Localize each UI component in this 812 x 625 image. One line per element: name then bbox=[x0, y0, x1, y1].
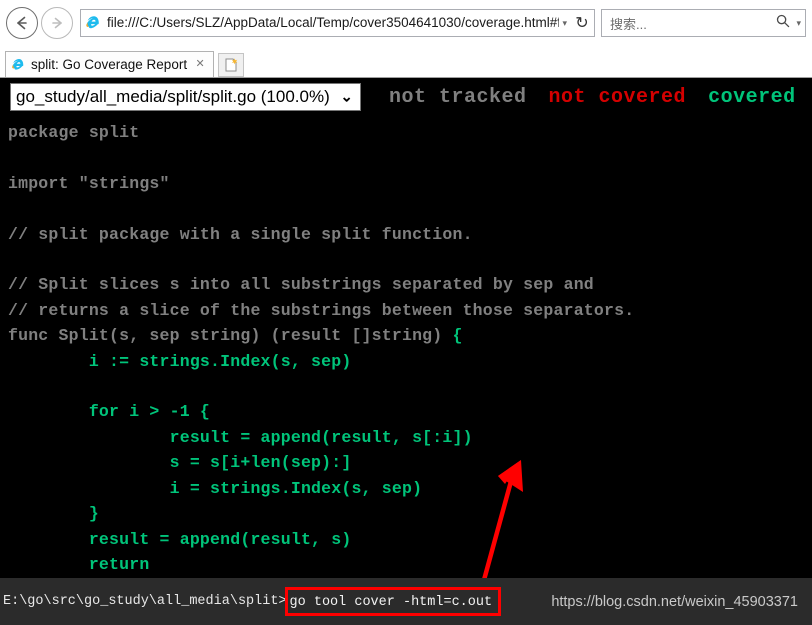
new-page-icon bbox=[225, 58, 238, 72]
address-bar[interactable]: file:///C:/Users/SLZ/AppData/Local/Temp/… bbox=[80, 9, 595, 37]
terminal-command: go tool cover -html=c.out bbox=[289, 595, 493, 610]
code-line-covered: result = append(result, s) bbox=[8, 529, 352, 549]
highlighted-command-box: go tool cover -html=c.out bbox=[284, 587, 502, 616]
terminal-footer: E:\go\src\go_study\all_media\split> go t… bbox=[0, 578, 812, 625]
code-line: package split bbox=[8, 123, 140, 142]
code-line-covered: i = strings.Index(s, sep) bbox=[8, 478, 423, 498]
source-code-view: package split import "strings" // split … bbox=[0, 114, 812, 603]
code-line-covered: result = append(result, s[:i]) bbox=[8, 427, 473, 447]
code-line-covered: return bbox=[8, 554, 150, 574]
coverage-toolbar: go_study/all_media/split/split.go (100.0… bbox=[0, 78, 812, 114]
internet-explorer-icon bbox=[86, 16, 99, 29]
tab-bar: split: Go Coverage Report ✕ bbox=[0, 46, 812, 77]
code-line: // split package with a single split fun… bbox=[8, 224, 473, 244]
code-covered-brace: { bbox=[452, 326, 463, 346]
watermark-url: https://blog.csdn.net/weixin_45903371 bbox=[551, 593, 798, 610]
back-button[interactable] bbox=[6, 7, 38, 39]
tab-coverage-report[interactable]: split: Go Coverage Report ✕ bbox=[5, 51, 215, 77]
close-icon[interactable]: ✕ bbox=[193, 58, 207, 72]
chevron-down-icon[interactable]: ▾ bbox=[559, 18, 572, 29]
file-select[interactable]: go_study/all_media/split/split.go (100.0… bbox=[10, 83, 361, 111]
code-line: // Split slices s into all substrings se… bbox=[8, 275, 594, 295]
coverage-legend: not tracked not covered covered bbox=[389, 86, 812, 109]
terminal-prompt: E:\go\src\go_study\all_media\split> bbox=[3, 594, 287, 609]
code-line: import "strings" bbox=[8, 173, 170, 193]
code-line-covered: for i > -1 { bbox=[8, 402, 211, 422]
coverage-page: go_study/all_media/split/split.go (100.0… bbox=[0, 78, 812, 625]
forward-button[interactable] bbox=[41, 7, 73, 39]
code-line-covered: i := strings.Index(s, sep) bbox=[8, 351, 352, 371]
legend-covered: covered bbox=[708, 85, 796, 109]
search-chevron-down-icon[interactable]: ▾ bbox=[793, 18, 801, 29]
legend-not-tracked: not tracked bbox=[389, 85, 527, 109]
code-line: // returns a slice of the substrings bet… bbox=[8, 300, 635, 320]
legend-not-covered: not covered bbox=[548, 85, 687, 109]
search-icon[interactable] bbox=[775, 13, 791, 34]
url-text: file:///C:/Users/SLZ/AppData/Local/Temp/… bbox=[107, 15, 560, 30]
refresh-icon[interactable]: ↻ bbox=[572, 13, 592, 33]
code-line-covered: s = s[i+len(sep):] bbox=[8, 453, 352, 473]
navigation-toolbar: file:///C:/Users/SLZ/AppData/Local/Temp/… bbox=[0, 0, 812, 46]
browser-chrome: file:///C:/Users/SLZ/AppData/Local/Temp/… bbox=[0, 0, 812, 78]
search-box[interactable]: 搜索... ▾ bbox=[601, 9, 806, 37]
new-tab-button[interactable] bbox=[218, 53, 245, 77]
search-input[interactable]: 搜索... bbox=[610, 14, 775, 33]
tab-title: split: Go Coverage Report bbox=[31, 57, 188, 72]
internet-explorer-icon bbox=[12, 58, 24, 70]
file-select-wrapper[interactable]: go_study/all_media/split/split.go (100.0… bbox=[10, 83, 361, 111]
code-func-signature: func Split(s, sep string) (result []stri… bbox=[8, 326, 453, 346]
code-line-covered: } bbox=[8, 504, 99, 524]
